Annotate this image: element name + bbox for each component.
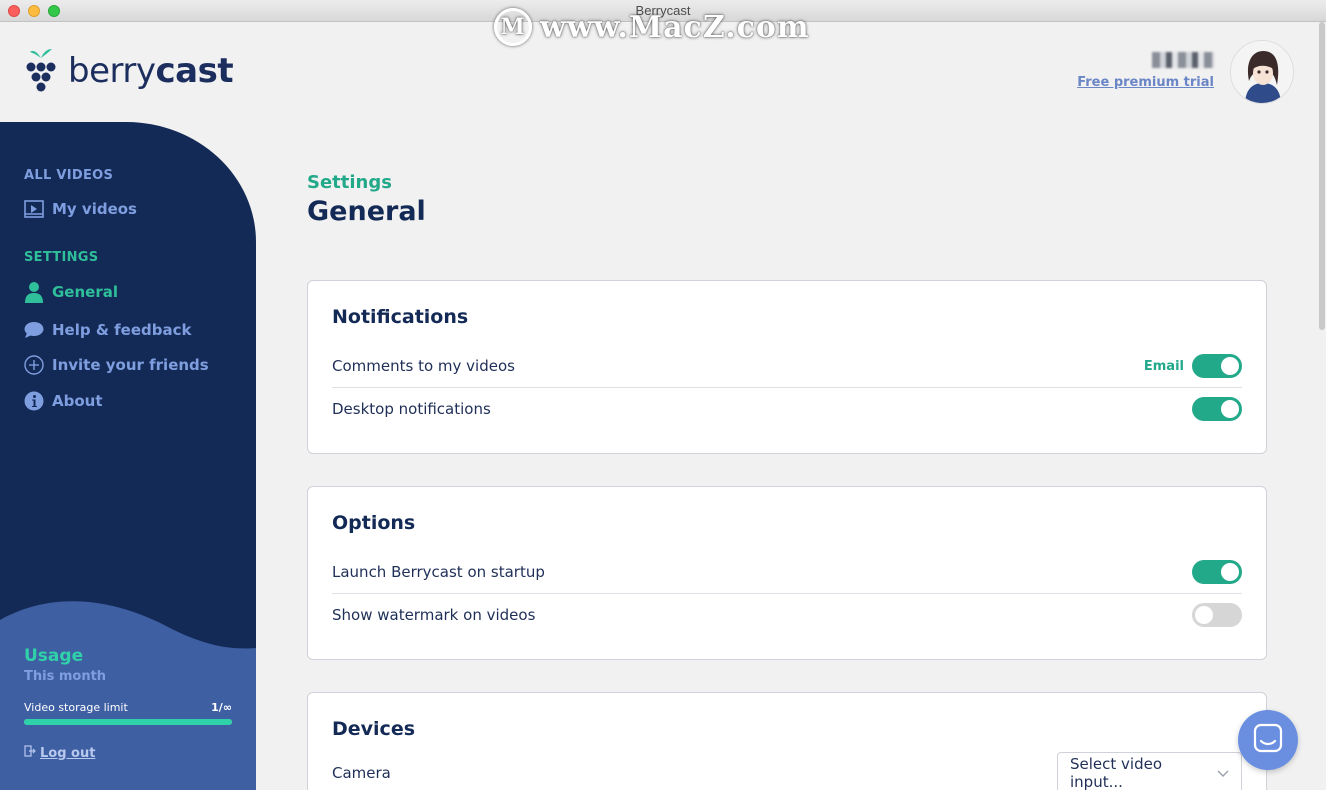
launch-startup-row: Launch Berrycast on startup bbox=[332, 551, 1242, 593]
devices-card: Devices Camera Select video input... bbox=[307, 692, 1267, 790]
info-icon bbox=[24, 391, 44, 411]
usage-subtitle: This month bbox=[24, 669, 107, 684]
sidebar-item-invite-friends[interactable]: Invite your friends bbox=[24, 355, 209, 375]
show-watermark-label: Show watermark on videos bbox=[332, 605, 536, 624]
storage-progress-fill bbox=[24, 719, 232, 725]
sidebar-item-label: Help & feedback bbox=[52, 321, 192, 339]
storage-limit-label: Video storage limit bbox=[24, 701, 128, 714]
desktop-notifications-label: Desktop notifications bbox=[332, 399, 491, 418]
notifications-title: Notifications bbox=[332, 306, 469, 328]
person-icon bbox=[24, 282, 44, 303]
desktop-notifications-toggle[interactable] bbox=[1192, 396, 1242, 421]
free-premium-trial-link[interactable]: Free premium trial bbox=[1077, 75, 1214, 90]
show-watermark-row: Show watermark on videos bbox=[332, 593, 1242, 635]
all-videos-heading: ALL VIDEOS bbox=[24, 168, 114, 183]
camera-select-value: Select video input... bbox=[1070, 755, 1163, 790]
video-icon bbox=[24, 199, 44, 219]
watermark: M www.MacZ.com bbox=[494, 8, 810, 46]
camera-row: Camera Select video input... bbox=[332, 751, 1242, 790]
options-card: Options Launch Berrycast on startup Show… bbox=[307, 486, 1267, 660]
notifications-card: Notifications Comments to my videos Emai… bbox=[307, 280, 1267, 454]
sidebar-item-help-feedback[interactable]: Help & feedback bbox=[24, 320, 191, 340]
page-title: General bbox=[307, 196, 426, 227]
launch-startup-label: Launch Berrycast on startup bbox=[332, 563, 545, 581]
scrollbar[interactable] bbox=[1318, 22, 1326, 790]
camera-label: Camera bbox=[332, 764, 391, 782]
chat-support-button[interactable] bbox=[1238, 710, 1298, 770]
comments-label: Comments to my videos bbox=[332, 357, 515, 375]
options-title: Options bbox=[332, 512, 416, 534]
user-name-redacted bbox=[1152, 52, 1214, 68]
sidebar-item-label: General bbox=[52, 283, 118, 301]
sidebar-item-label: About bbox=[52, 392, 103, 410]
logout-label: Log out bbox=[40, 745, 96, 761]
devices-title: Devices bbox=[332, 718, 416, 740]
storage-progress-bar bbox=[24, 719, 232, 725]
logout-link[interactable]: Log out bbox=[24, 745, 95, 761]
sidebar-item-label: Invite your friends bbox=[52, 356, 209, 374]
usage-panel-background bbox=[0, 601, 256, 790]
sidebar-item-about[interactable]: About bbox=[24, 391, 103, 411]
show-watermark-toggle[interactable] bbox=[1192, 602, 1242, 627]
logout-icon bbox=[24, 745, 36, 761]
launch-startup-toggle[interactable] bbox=[1192, 560, 1242, 584]
plus-circle-icon bbox=[24, 355, 44, 375]
breadcrumb[interactable]: Settings bbox=[307, 172, 392, 193]
comments-email-toggle[interactable] bbox=[1192, 354, 1242, 378]
watermark-text: www.MacZ.com bbox=[540, 9, 810, 45]
sidebar: ALL VIDEOS My videos SETTINGS General He… bbox=[0, 122, 256, 790]
email-label: Email bbox=[1143, 358, 1184, 374]
berry-logo-icon bbox=[26, 49, 56, 92]
berrycast-logo[interactable]: berrycast bbox=[24, 48, 234, 94]
storage-limit-value: 1/∞ bbox=[211, 701, 232, 714]
chevron-down-icon bbox=[1217, 764, 1229, 782]
speech-bubble-icon bbox=[24, 320, 44, 340]
desktop-notifications-row: Desktop notifications bbox=[332, 387, 1242, 429]
comments-row: Comments to my videos Email bbox=[332, 345, 1242, 387]
scrollbar-thumb[interactable] bbox=[1319, 22, 1325, 330]
chat-icon bbox=[1253, 723, 1283, 757]
logo-text: berrycast bbox=[68, 51, 234, 91]
watermark-logo-icon: M bbox=[494, 8, 532, 46]
usage-title: Usage bbox=[24, 646, 84, 666]
sidebar-item-label: My videos bbox=[52, 200, 137, 218]
settings-heading: SETTINGS bbox=[24, 250, 99, 265]
camera-select[interactable]: Select video input... bbox=[1057, 752, 1242, 790]
sidebar-item-general[interactable]: General bbox=[24, 282, 118, 303]
sidebar-item-my-videos[interactable]: My videos bbox=[24, 199, 137, 219]
user-avatar[interactable] bbox=[1230, 40, 1294, 104]
